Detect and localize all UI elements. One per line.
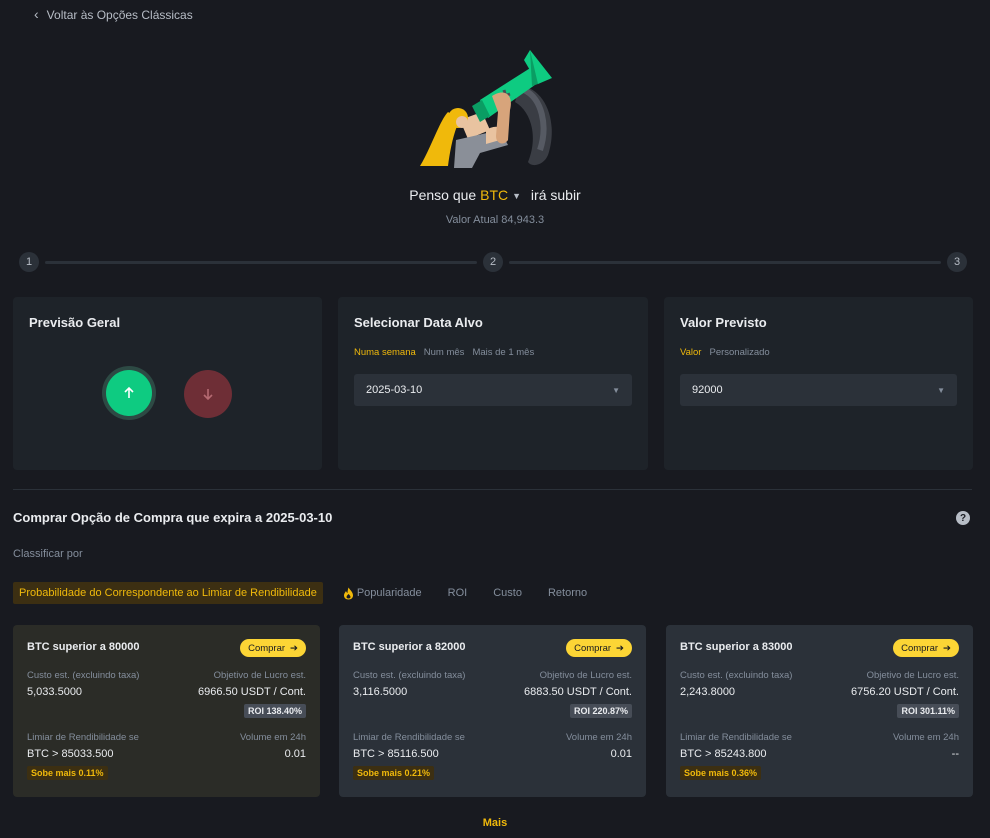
prediction-sentence: Penso que BTC ▼ irá subir bbox=[0, 187, 990, 203]
sort-tab-roi[interactable]: ROI bbox=[448, 587, 468, 599]
sort-tab-popularity-label: Popularidade bbox=[356, 587, 422, 599]
tab-one-week[interactable]: Numa semana bbox=[354, 347, 416, 358]
back-link[interactable]: ‹ Voltar às Opções Clássicas bbox=[34, 6, 193, 23]
more-link[interactable]: Mais bbox=[0, 817, 990, 829]
buy-button[interactable]: Comprar ➔ bbox=[893, 639, 959, 657]
tab-custom[interactable]: Personalizado bbox=[709, 347, 769, 358]
target-label: Objetivo de Lucro est. bbox=[213, 670, 306, 681]
breakeven-value: BTC > 85033.500 bbox=[27, 748, 114, 760]
coin-selector[interactable]: BTC bbox=[480, 187, 508, 203]
cost-value: 5,033.5000 bbox=[27, 686, 83, 698]
buy-button-label: Comprar bbox=[574, 642, 612, 654]
predicted-value-title: Valor Previsto bbox=[680, 315, 767, 330]
sort-tabs: Probabilidade do Correspondente ao Limia… bbox=[13, 582, 613, 604]
hero-illustration bbox=[0, 40, 990, 170]
option-card[interactable]: BTC superior a 83000 Comprar ➔ Custo est.… bbox=[666, 625, 973, 797]
sort-tab-return[interactable]: Retorno bbox=[548, 587, 587, 599]
buy-button-label: Comprar bbox=[901, 642, 939, 654]
target-date-title: Selecionar Data Alvo bbox=[354, 315, 483, 330]
caret-down-icon[interactable]: ▼ bbox=[512, 191, 521, 201]
roi-badge: ROI 301.11% bbox=[897, 704, 959, 718]
cost-label: Custo est. (excluindo taxa) bbox=[680, 670, 793, 681]
predicted-value-select[interactable]: 92000 ▼ bbox=[680, 374, 957, 406]
arrow-right-icon: ➔ bbox=[290, 642, 298, 654]
predicted-value-value: 92000 bbox=[692, 384, 723, 396]
sort-tab-probability[interactable]: Probabilidade do Correspondente ao Limia… bbox=[13, 582, 323, 604]
tab-one-month[interactable]: Num mês bbox=[424, 347, 465, 358]
cost-label: Custo est. (excluindo taxa) bbox=[27, 670, 140, 681]
telescope-illustration bbox=[420, 50, 552, 168]
option-name: BTC superior a 83000 bbox=[680, 641, 793, 653]
sort-label: Classificar por bbox=[13, 548, 83, 560]
section-divider bbox=[13, 489, 972, 490]
roi-badge: ROI 138.40% bbox=[243, 704, 306, 718]
stepper: 1 2 3 bbox=[19, 252, 971, 272]
step-3: 3 bbox=[947, 252, 967, 272]
rise-badge: Sobe mais 0.36% bbox=[680, 766, 762, 780]
buy-button[interactable]: Comprar ➔ bbox=[566, 639, 632, 657]
general-prediction-card: Previsão Geral bbox=[13, 297, 322, 470]
chevron-left-icon: ‹ bbox=[34, 6, 39, 22]
target-date-card: Selecionar Data Alvo Numa semana Num mês… bbox=[338, 297, 648, 470]
volume-value: 0.01 bbox=[284, 748, 306, 760]
help-icon[interactable]: ? bbox=[956, 511, 970, 525]
buy-button[interactable]: Comprar ➔ bbox=[240, 639, 306, 657]
sort-tab-cost[interactable]: Custo bbox=[493, 587, 522, 599]
option-card[interactable]: BTC superior a 82000 Comprar ➔ Custo est.… bbox=[339, 625, 646, 797]
arrow-up-icon bbox=[124, 386, 134, 398]
step-2: 2 bbox=[483, 252, 503, 272]
volume-value: -- bbox=[951, 748, 959, 760]
fire-icon bbox=[343, 587, 353, 599]
section-title: Comprar Opção de Compra que expira a 202… bbox=[13, 510, 333, 525]
caret-down-icon: ▼ bbox=[612, 385, 620, 395]
volume-value: 0.01 bbox=[610, 748, 632, 760]
tab-more-than-month[interactable]: Mais de 1 mês bbox=[472, 347, 534, 358]
target-value: 6756.20 USDT / Cont. bbox=[850, 686, 959, 698]
predicted-value-card: Valor Previsto Valor Personalizado 92000… bbox=[664, 297, 973, 470]
cost-label: Custo est. (excluindo taxa) bbox=[353, 670, 466, 681]
target-label: Objetivo de Lucro est. bbox=[866, 670, 959, 681]
general-prediction-title: Previsão Geral bbox=[29, 315, 121, 330]
step-line-1 bbox=[45, 261, 477, 264]
option-card[interactable]: BTC superior a 80000 Comprar ➔ Custo est.… bbox=[13, 625, 320, 797]
tab-value[interactable]: Valor bbox=[680, 347, 701, 358]
breakeven-value: BTC > 85116.500 bbox=[353, 748, 439, 760]
cost-value: 2,243.8000 bbox=[680, 686, 736, 698]
option-name: BTC superior a 82000 bbox=[353, 641, 466, 653]
breakeven-label: Limiar de Rendibilidade se bbox=[27, 732, 139, 743]
prediction-suffix: irá subir bbox=[530, 187, 581, 203]
prediction-prefix: Penso que bbox=[409, 187, 477, 203]
predict-up-button[interactable] bbox=[102, 366, 156, 420]
volume-label: Volume em 24h bbox=[892, 732, 959, 743]
target-date-select[interactable]: 2025-03-10 ▼ bbox=[354, 374, 632, 406]
arrow-down-icon bbox=[203, 389, 213, 401]
rise-badge: Sobe mais 0.11% bbox=[27, 766, 108, 780]
arrow-right-icon: ➔ bbox=[616, 642, 624, 654]
target-value: 6883.50 USDT / Cont. bbox=[523, 686, 632, 698]
rise-badge: Sobe mais 0.21% bbox=[353, 766, 435, 780]
target-value: 6966.50 USDT / Cont. bbox=[197, 686, 306, 698]
caret-down-icon: ▼ bbox=[937, 385, 945, 395]
arrow-right-icon: ➔ bbox=[943, 642, 951, 654]
buy-button-label: Comprar bbox=[248, 642, 286, 654]
predict-down-button[interactable] bbox=[184, 370, 232, 418]
breakeven-value: BTC > 85243.800 bbox=[680, 748, 767, 760]
target-date-value: 2025-03-10 bbox=[366, 384, 423, 396]
step-1: 1 bbox=[19, 252, 39, 272]
target-label: Objetivo de Lucro est. bbox=[539, 670, 632, 681]
step-line-2 bbox=[509, 261, 941, 264]
sort-tab-popularity[interactable]: Popularidade bbox=[343, 587, 422, 600]
roi-badge: ROI 220.87% bbox=[569, 704, 632, 718]
option-name: BTC superior a 80000 bbox=[27, 641, 140, 653]
current-value: Valor Atual 84,943.3 bbox=[445, 214, 545, 226]
volume-label: Volume em 24h bbox=[565, 732, 632, 743]
breakeven-label: Limiar de Rendibilidade se bbox=[680, 732, 792, 743]
cost-value: 3,116.5000 bbox=[353, 686, 408, 698]
back-link-label: Voltar às Opções Clássicas bbox=[46, 8, 193, 22]
volume-label: Volume em 24h bbox=[239, 732, 306, 743]
breakeven-label: Limiar de Rendibilidade se bbox=[353, 732, 465, 743]
